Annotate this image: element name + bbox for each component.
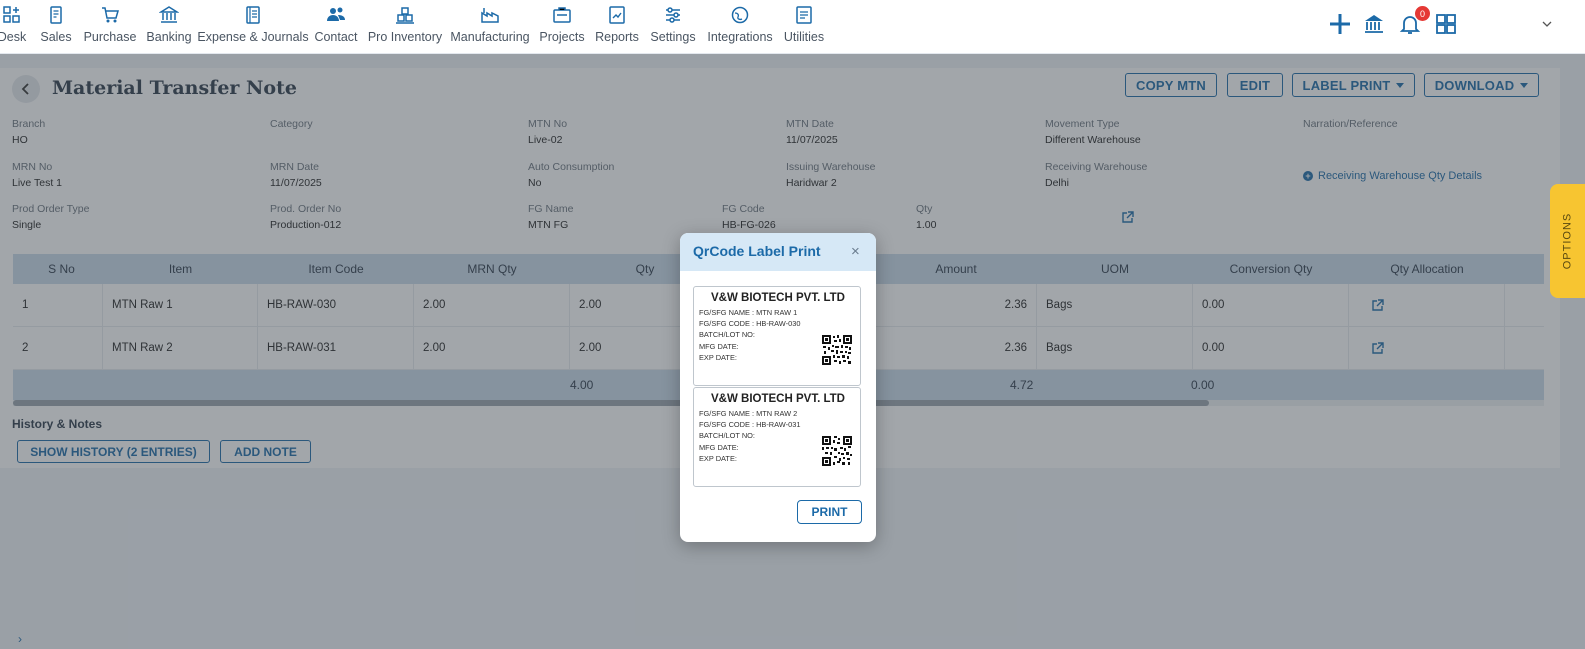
label-name-line: FG/SFG NAME : MTN RAW 2 (699, 409, 798, 418)
button-label: PRINT (811, 505, 848, 519)
nav-item-sales[interactable]: Sales (36, 0, 76, 54)
bank-icon (1365, 15, 1383, 33)
top-navigation: Desk Sales Purchase Banking Expense & Jo… (0, 0, 1585, 54)
nav-label: Sales (40, 30, 72, 44)
qrcode-label-print-dialog: QrCode Label Print × V&W BIOTECH PVT. LT… (680, 233, 876, 542)
nav-label: Manufacturing (450, 30, 530, 44)
nav-label: Expense & Journals (197, 30, 309, 44)
nav-item-purchase[interactable]: Purchase (84, 0, 136, 54)
nav-item-desk[interactable]: Desk (0, 0, 30, 54)
label-company-name: V&W BIOTECH PVT. LTD (711, 393, 845, 405)
nav-item-banking[interactable]: Banking (144, 0, 194, 54)
label-company-name: V&W BIOTECH PVT. LTD (711, 292, 845, 304)
label-batch-line: BATCH/LOT NO: (699, 431, 755, 440)
nav-label: Banking (146, 30, 192, 44)
nav-item-reports[interactable]: Reports (594, 0, 640, 54)
sliders-icon (663, 5, 683, 25)
nav-label: Integrations (707, 30, 773, 44)
factory-icon (480, 5, 500, 25)
bank-shortcut-button[interactable] (1360, 8, 1388, 40)
nav-item-pro-inventory[interactable]: Pro Inventory (367, 0, 443, 54)
nav-label: Contact (314, 30, 358, 44)
nav-item-settings[interactable]: Settings (648, 0, 698, 54)
dialog-title: QrCode Label Print (693, 243, 821, 259)
options-side-tab[interactable]: OPTIONS (1550, 184, 1585, 298)
qr-code-icon (821, 334, 853, 366)
reports-icon (607, 5, 627, 25)
label-code-line: FG/SFG CODE : HB-RAW-030 (699, 319, 801, 328)
cart-icon (100, 5, 120, 25)
nav-item-utilities[interactable]: Utilities (782, 0, 826, 54)
plus-icon (1330, 14, 1350, 34)
contacts-icon (326, 5, 346, 25)
label-code-line: FG/SFG CODE : HB-RAW-031 (699, 420, 801, 429)
nav-label: Pro Inventory (367, 30, 443, 44)
inventory-icon (395, 5, 415, 25)
qr-label-card: V&W BIOTECH PVT. LTD FG/SFG NAME : MTN R… (693, 387, 861, 487)
nav-item-expense-journals[interactable]: Expense & Journals (197, 0, 309, 54)
label-batch-line: BATCH/LOT NO: (699, 330, 755, 339)
user-menu-toggle[interactable] (1538, 8, 1556, 40)
nav-label: Projects (539, 30, 585, 44)
add-new-button[interactable] (1326, 8, 1354, 40)
apps-grid-button[interactable] (1432, 8, 1460, 40)
notifications-button[interactable]: 0 (1396, 6, 1430, 40)
nav-item-manufacturing[interactable]: Manufacturing (450, 0, 530, 54)
nav-label: Purchase (83, 30, 137, 44)
desk-icon (2, 5, 22, 25)
label-name-line: FG/SFG NAME : MTN RAW 1 (699, 308, 798, 317)
nav-label: Reports (595, 30, 639, 44)
nav-label: Desk (0, 30, 27, 44)
qr-label-card: V&W BIOTECH PVT. LTD FG/SFG NAME : MTN R… (693, 286, 861, 386)
grid-icon (1436, 14, 1456, 34)
dialog-header: QrCode Label Print × (680, 233, 876, 271)
globe-icon (730, 5, 750, 25)
nav-label: Settings (650, 30, 696, 44)
nav-label: Utilities (783, 30, 825, 44)
close-icon[interactable]: × (851, 243, 860, 261)
chevron-down-icon (1542, 21, 1552, 27)
label-exp-line: EXP DATE: (699, 353, 737, 362)
projects-icon (552, 5, 572, 25)
label-mfg-line: MFG DATE: (699, 342, 739, 351)
sales-icon (46, 5, 66, 25)
label-exp-line: EXP DATE: (699, 454, 737, 463)
label-mfg-line: MFG DATE: (699, 443, 739, 452)
qr-code-icon (821, 435, 853, 467)
journal-icon (243, 5, 263, 25)
nav-item-contact[interactable]: Contact (312, 0, 360, 54)
nav-item-projects[interactable]: Projects (538, 0, 586, 54)
bank-icon (159, 5, 179, 25)
nav-item-integrations[interactable]: Integrations (707, 0, 773, 54)
utilities-icon (794, 5, 814, 25)
options-tab-label: OPTIONS (1561, 212, 1574, 270)
notification-badge: 0 (1415, 6, 1430, 21)
print-button[interactable]: PRINT (797, 500, 862, 524)
